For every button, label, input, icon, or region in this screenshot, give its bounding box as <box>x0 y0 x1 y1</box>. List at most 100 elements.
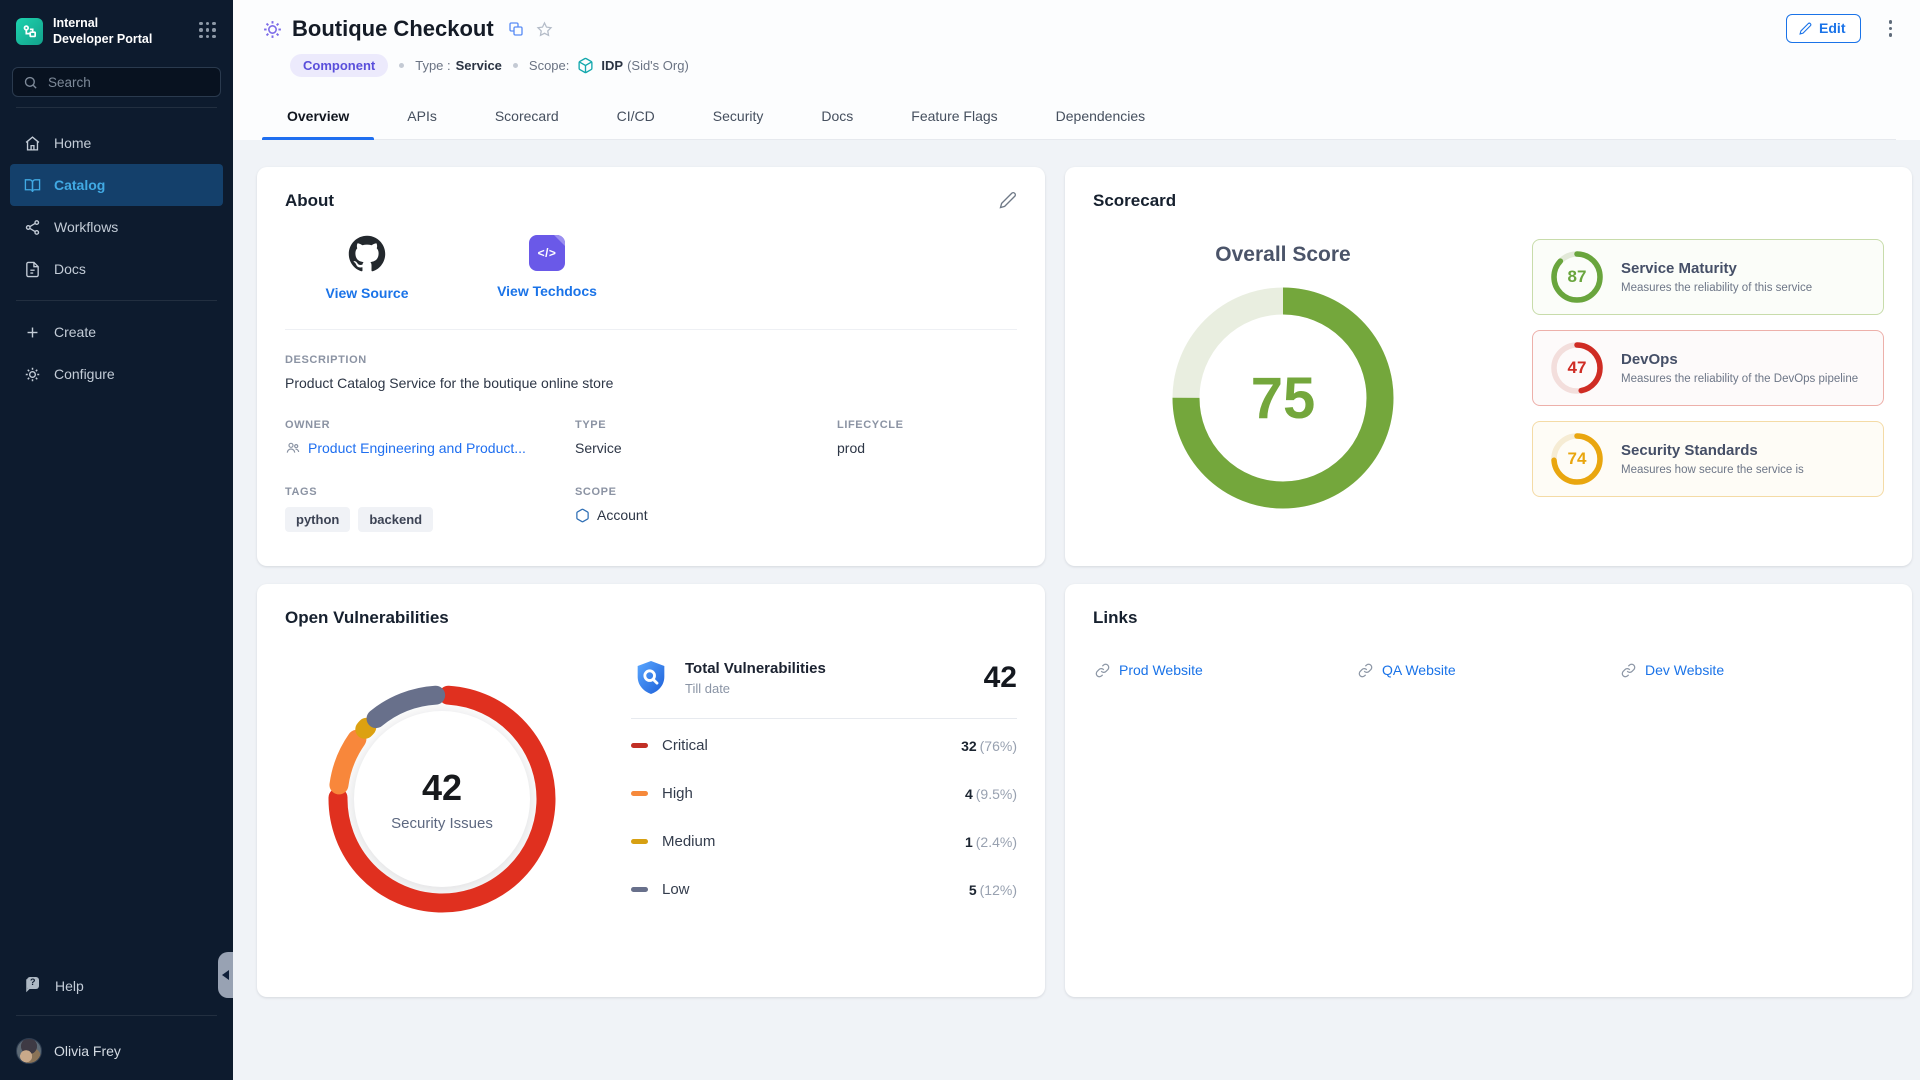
avatar <box>16 1038 42 1064</box>
description-value: Product Catalog Service for the boutique… <box>285 375 1017 391</box>
links-card: Links Prod Website QA Website Dev Websit… <box>1065 584 1912 997</box>
star-icon[interactable] <box>536 21 553 38</box>
link-icon <box>1095 663 1110 678</box>
app-title: Internal Developer Portal <box>53 16 199 47</box>
logo-row: Internal Developer Portal <box>0 0 233 53</box>
scope-label: Scope: <box>529 58 569 73</box>
workflow-icon <box>24 219 41 236</box>
group-icon <box>285 440 301 456</box>
dev-website-link[interactable]: Dev Website <box>1621 662 1884 678</box>
legend-row-medium: Medium 1(2.4%) <box>631 820 1017 863</box>
sidebar-item-label: Configure <box>54 366 115 382</box>
overall-score-value: 75 <box>1251 365 1316 432</box>
scope-field: SCOPE Account <box>575 486 837 532</box>
kind-badge: Component <box>290 54 388 77</box>
score-items: 87 Service Maturity Measures the reliabi… <box>1532 239 1884 513</box>
tab-apis[interactable]: APIs <box>382 93 462 139</box>
copy-icon[interactable] <box>508 21 524 37</box>
vulnerabilities-body: 42 Security Issues <box>285 644 1017 924</box>
sidebar-search[interactable] <box>12 67 221 97</box>
divider <box>285 329 1017 330</box>
help-icon: ? <box>24 977 42 995</box>
owner-field: OWNER Product Engineering and Product... <box>285 419 575 456</box>
book-icon <box>24 177 41 194</box>
sidebar-item-home[interactable]: Home <box>10 122 223 164</box>
tab-docs[interactable]: Docs <box>796 93 878 139</box>
sidebar-item-label: Home <box>54 135 91 151</box>
sidebar-item-label: Docs <box>54 261 86 277</box>
type-label: Type : <box>415 58 450 73</box>
sidebar-divider <box>16 1015 217 1016</box>
tag-python[interactable]: python <box>285 507 350 532</box>
about-fields-row-2: TAGS python backend SCOPE Account <box>285 486 1017 532</box>
sidebar-item-configure[interactable]: Configure <box>10 353 223 395</box>
sidebar-nav: Home Catalog Workflows Docs Create Con <box>0 118 233 399</box>
tab-security[interactable]: Security <box>688 93 789 139</box>
tab-dependencies[interactable]: Dependencies <box>1031 93 1171 139</box>
sidebar-item-label: Workflows <box>54 219 118 235</box>
view-techdocs-link[interactable]: </> View Techdocs <box>485 235 609 301</box>
user-menu[interactable]: Olivia Frey <box>0 1026 233 1070</box>
tab-overview[interactable]: Overview <box>262 93 374 139</box>
vulnerabilities-title: Open Vulnerabilities <box>285 608 1017 628</box>
header-actions: Edit <box>1786 14 1896 43</box>
component-gear-icon <box>262 19 283 40</box>
vulnerabilities-card: Open Vulnerabilities 42 Security Issues <box>257 584 1045 997</box>
view-source-link[interactable]: View Source <box>305 235 429 301</box>
tag-backend[interactable]: backend <box>358 507 433 532</box>
sidebar-bottom: ? Help Olivia Frey <box>0 967 233 1070</box>
score-ring: 47 <box>1549 340 1605 396</box>
about-card: About View Source </> View Techdocs <box>257 167 1045 566</box>
security-issues-label: Security Issues <box>391 815 493 832</box>
page-header: Boutique Checkout Component Type : Servi… <box>233 0 1920 140</box>
sidebar-item-docs[interactable]: Docs <box>10 248 223 290</box>
security-issues-count: 42 <box>422 767 462 809</box>
edit-button[interactable]: Edit <box>1786 14 1860 43</box>
about-links: View Source </> View Techdocs <box>285 235 1017 301</box>
about-fields-row: OWNER Product Engineering and Product...… <box>285 419 1017 456</box>
tab-feature-flags[interactable]: Feature Flags <box>886 93 1022 139</box>
sidebar-item-create[interactable]: Create <box>10 311 223 353</box>
entity-meta-row: Component Type : Service Scope: IDP (Sid… <box>290 54 1896 77</box>
tab-cicd[interactable]: CI/CD <box>592 93 680 139</box>
sidebar-item-help[interactable]: ? Help <box>0 967 233 1005</box>
critical-swatch <box>631 743 648 748</box>
tags-field: TAGS python backend <box>285 486 575 532</box>
app-logo-icon <box>16 18 43 45</box>
tab-scorecard[interactable]: Scorecard <box>470 93 584 139</box>
apps-grid-icon[interactable] <box>199 22 219 42</box>
sidebar-collapse-handle[interactable] <box>218 952 233 998</box>
github-icon <box>348 235 386 273</box>
score-item-security-standards[interactable]: 74 Security Standards Measures how secur… <box>1532 421 1884 497</box>
vulnerabilities-summary: Total Vulnerabilities Till date 42 Criti… <box>631 644 1017 924</box>
search-input[interactable] <box>46 74 210 91</box>
scorecard-title: Scorecard <box>1093 191 1884 211</box>
sidebar-divider <box>16 107 217 108</box>
sidebar-item-catalog[interactable]: Catalog <box>10 164 223 206</box>
user-name: Olivia Frey <box>54 1043 121 1059</box>
file-icon <box>24 261 41 278</box>
help-label: Help <box>55 978 84 994</box>
scope-value: IDP <box>601 58 623 73</box>
lifecycle-field: LIFECYCLE prod <box>837 419 1017 456</box>
score-item-devops[interactable]: 47 DevOps Measures the reliability of th… <box>1532 330 1884 406</box>
divider <box>631 718 1017 719</box>
prod-website-link[interactable]: Prod Website <box>1095 662 1358 678</box>
pencil-icon <box>1799 22 1812 35</box>
sidebar-item-workflows[interactable]: Workflows <box>10 206 223 248</box>
search-icon <box>23 75 38 90</box>
about-edit-icon[interactable] <box>999 191 1017 209</box>
more-options-icon[interactable] <box>1885 16 1897 41</box>
account-scope-icon <box>575 508 590 523</box>
scorecard-body: Overall Score 75 87 <box>1093 235 1884 513</box>
score-item-service-maturity[interactable]: 87 Service Maturity Measures the reliabi… <box>1532 239 1884 315</box>
app-root: Internal Developer Portal Home Catalog <box>0 0 1920 1080</box>
sidebar-item-label: Create <box>54 324 96 340</box>
score-ring: 74 <box>1549 431 1605 487</box>
legend-row-low: Low 5(12%) <box>631 868 1017 911</box>
plus-icon <box>24 324 41 341</box>
cube-icon <box>577 57 594 74</box>
type-field: TYPE Service <box>575 419 837 456</box>
owner-link[interactable]: Product Engineering and Product... <box>285 440 575 456</box>
qa-website-link[interactable]: QA Website <box>1358 662 1621 678</box>
